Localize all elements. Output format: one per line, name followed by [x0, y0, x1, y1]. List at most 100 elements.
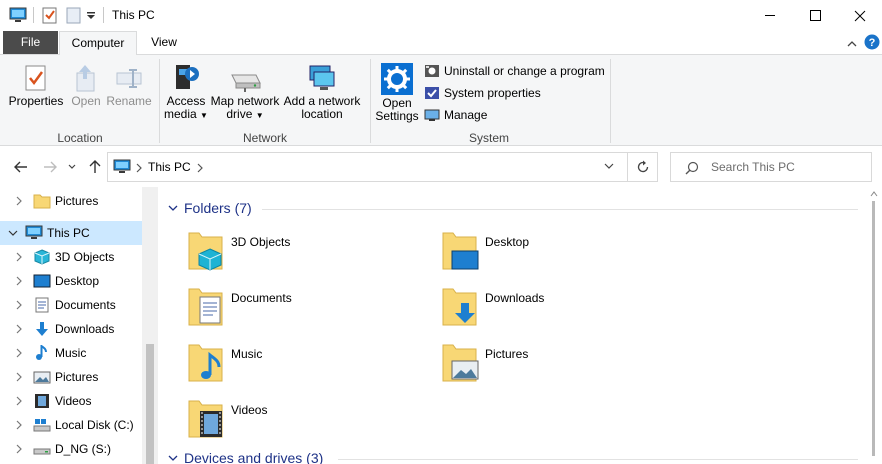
collapse-chevron-icon[interactable]	[168, 204, 178, 212]
nav-item-this-pc[interactable]: This PC	[0, 221, 142, 245]
uninstall-program-button[interactable]: Uninstall or change a program	[424, 62, 605, 80]
address-row: This PC Search This PC	[0, 146, 882, 187]
tab-view[interactable]: View	[140, 31, 188, 54]
manage-icon	[424, 109, 440, 121]
folders-section-header[interactable]: Folders (7)	[168, 200, 252, 216]
nav-item-music[interactable]: Music	[0, 341, 142, 365]
music-icon	[36, 345, 47, 360]
content-scrollbar[interactable]	[866, 187, 882, 464]
uninstall-label: Uninstall or change a program	[444, 64, 605, 78]
nav-item-local-disk[interactable]: Local Disk (C:)	[0, 413, 142, 437]
computer-icon[interactable]	[9, 6, 27, 24]
content-pane: Folders (7) 3D Objects Desktop Documents…	[158, 187, 882, 464]
maximize-icon[interactable]	[792, 0, 838, 31]
customize-toolbar-icon[interactable]	[86, 10, 96, 28]
address-dropdown-icon[interactable]	[604, 159, 614, 173]
folder-label: Music	[231, 347, 263, 361]
breadcrumb-chevron-icon[interactable]	[136, 162, 142, 176]
group-separator	[159, 59, 160, 143]
search-input[interactable]: Search This PC	[670, 152, 872, 182]
up-arrow-icon[interactable]	[86, 158, 104, 176]
rename-button[interactable]: Rename	[106, 63, 152, 108]
refresh-button[interactable]	[628, 152, 658, 182]
folder-downloads[interactable]: Downloads	[440, 285, 680, 335]
folder-label: 3D Objects	[231, 235, 291, 249]
nav-item-d-ng-drive[interactable]: D_NG (S:)	[0, 437, 142, 461]
nav-item-pictures-quick[interactable]: Pictures	[0, 189, 142, 213]
nav-item-desktop[interactable]: Desktop	[0, 269, 142, 293]
nav-item-downloads[interactable]: Downloads	[0, 317, 142, 341]
system-properties-label: System properties	[444, 86, 541, 100]
nav-pane-scrollbar[interactable]	[142, 187, 158, 464]
computer-icon	[25, 225, 43, 239]
breadcrumb-chevron-icon[interactable]	[197, 162, 203, 176]
open-settings-button[interactable]: Open Settings	[374, 63, 420, 123]
folder-videos[interactable]: Videos	[186, 397, 426, 447]
manage-label: Manage	[444, 108, 488, 122]
expand-chevron-icon[interactable]	[16, 196, 22, 206]
nav-item-pictures[interactable]: Pictures	[0, 365, 142, 389]
minimize-ribbon-icon[interactable]	[847, 37, 857, 51]
address-bar[interactable]: This PC	[107, 152, 628, 182]
scroll-up-icon[interactable]	[870, 191, 878, 197]
nav-item-3d-objects[interactable]: 3D Objects	[0, 245, 142, 269]
manage-button[interactable]: Manage	[424, 106, 487, 124]
expand-chevron-icon[interactable]	[16, 324, 22, 334]
access-media-button[interactable]: Access media ▼	[164, 61, 208, 122]
tab-computer[interactable]: Computer	[59, 31, 137, 55]
group-label-system: System	[468, 131, 509, 145]
back-arrow-icon[interactable]	[12, 158, 30, 176]
properties-quick-icon[interactable]	[42, 6, 58, 24]
nav-pane-scroll-thumb[interactable]	[146, 344, 154, 464]
search-icon	[685, 161, 699, 175]
search-placeholder: Search This PC	[711, 160, 795, 174]
system-properties-button[interactable]: System properties	[424, 84, 541, 102]
breadcrumb-this-pc[interactable]: This PC	[148, 160, 191, 174]
rename-label: Rename	[106, 94, 152, 108]
group-label-network: Network	[242, 131, 287, 145]
folder-music[interactable]: Music	[186, 341, 426, 391]
open-button[interactable]: Open	[68, 63, 104, 108]
window-title: This PC	[112, 8, 155, 22]
minimize-icon[interactable]	[747, 0, 793, 31]
folder-icon	[33, 194, 51, 209]
tab-file[interactable]: File	[3, 31, 58, 54]
this-pc-icon	[113, 159, 131, 178]
new-folder-quick-icon[interactable]	[66, 6, 82, 24]
expand-chevron-icon[interactable]	[16, 348, 22, 358]
folder-label: Documents	[231, 291, 292, 305]
properties-button[interactable]: Properties	[8, 63, 64, 108]
content-scroll-thumb[interactable]	[872, 201, 875, 456]
close-icon[interactable]	[837, 0, 882, 31]
expand-chevron-icon[interactable]	[16, 276, 22, 286]
expand-chevron-icon[interactable]	[16, 444, 22, 454]
folder-desktop[interactable]: Desktop	[440, 229, 680, 279]
nav-item-videos[interactable]: Videos	[0, 389, 142, 413]
properties-label: Properties	[8, 94, 64, 108]
collapse-chevron-icon[interactable]	[8, 230, 18, 236]
folder-label: Downloads	[485, 291, 545, 305]
collapse-chevron-icon[interactable]	[168, 454, 178, 462]
expand-chevron-icon[interactable]	[16, 300, 22, 310]
expand-chevron-icon[interactable]	[16, 372, 22, 382]
folder-3d-objects[interactable]: 3D Objects	[186, 229, 426, 279]
add-network-location-button[interactable]: Add a network location	[283, 63, 361, 121]
refresh-icon	[637, 160, 648, 173]
nav-item-label: Downloads	[55, 322, 115, 336]
devices-section-header[interactable]: Devices and drives (3)	[168, 450, 323, 464]
recent-locations-icon[interactable]	[66, 158, 78, 176]
folder-documents[interactable]: Documents	[186, 285, 426, 335]
nav-item-label: D_NG (S:)	[55, 442, 112, 456]
help-icon[interactable]: ?	[864, 34, 880, 53]
nav-item-documents[interactable]: Documents	[0, 293, 142, 317]
title-separator	[33, 7, 34, 23]
folder-pictures[interactable]: Pictures	[440, 341, 680, 391]
expand-chevron-icon[interactable]	[16, 252, 22, 262]
desktop-icon	[33, 274, 51, 288]
expand-chevron-icon[interactable]	[16, 396, 22, 406]
map-network-drive-button[interactable]: Map network drive ▼	[208, 65, 282, 122]
forward-arrow-icon[interactable]	[41, 158, 59, 176]
folders-header-label: Folders (7)	[184, 200, 252, 216]
title-bar: This PC	[0, 0, 882, 31]
expand-chevron-icon[interactable]	[16, 420, 22, 430]
